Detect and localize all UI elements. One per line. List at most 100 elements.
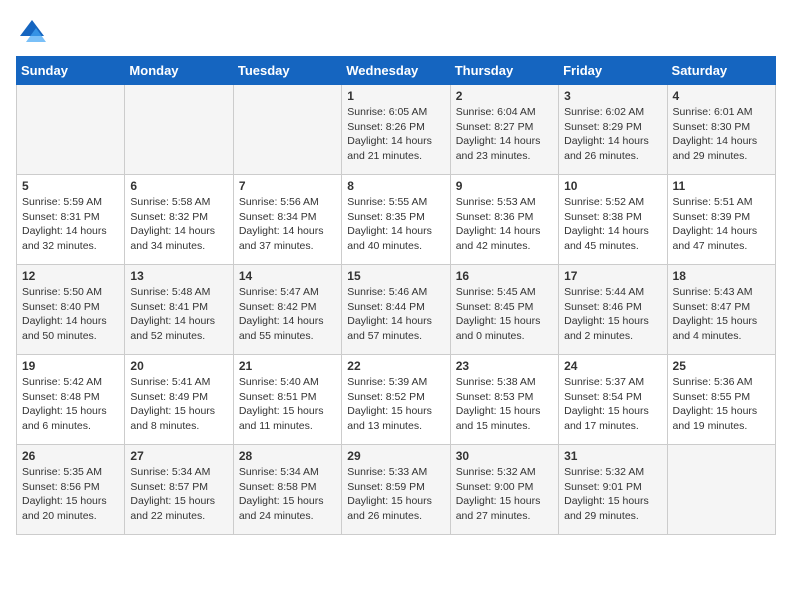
day-info: Sunrise: 6:05 AM Sunset: 8:26 PM Dayligh… xyxy=(347,105,444,164)
day-number: 12 xyxy=(22,269,119,283)
logo-icon xyxy=(16,16,48,48)
day-info: Sunrise: 5:42 AM Sunset: 8:48 PM Dayligh… xyxy=(22,375,119,434)
calendar-cell: 23 Sunrise: 5:38 AM Sunset: 8:53 PM Dayli… xyxy=(450,355,558,445)
day-number: 9 xyxy=(456,179,553,193)
calendar-cell: 22 Sunrise: 5:39 AM Sunset: 8:52 PM Dayli… xyxy=(342,355,450,445)
calendar-cell: 7 Sunrise: 5:56 AM Sunset: 8:34 PM Daylig… xyxy=(233,175,341,265)
calendar-cell: 12 Sunrise: 5:50 AM Sunset: 8:40 PM Dayli… xyxy=(17,265,125,355)
day-info: Sunrise: 5:50 AM Sunset: 8:40 PM Dayligh… xyxy=(22,285,119,344)
calendar-cell: 14Sunrise: 5:47 AM Sunset: 8:42 PM Dayli… xyxy=(233,265,341,355)
day-number: 20 xyxy=(130,359,227,373)
day-info: Sunrise: 5:45 AM Sunset: 8:45 PM Dayligh… xyxy=(456,285,553,344)
calendar-cell: 9 Sunrise: 5:53 AM Sunset: 8:36 PM Daylig… xyxy=(450,175,558,265)
logo xyxy=(16,16,52,48)
calendar-cell: 19 Sunrise: 5:42 AM Sunset: 8:48 PM Dayli… xyxy=(17,355,125,445)
calendar-cell: 13 Sunrise: 5:48 AM Sunset: 8:41 PM Dayli… xyxy=(125,265,233,355)
day-info: Sunrise: 5:48 AM Sunset: 8:41 PM Dayligh… xyxy=(130,285,227,344)
day-number: 3 xyxy=(564,89,661,103)
day-number: 10 xyxy=(564,179,661,193)
page-header xyxy=(16,16,776,48)
calendar-cell xyxy=(233,85,341,175)
header-saturday: Saturday xyxy=(667,57,775,85)
day-info: Sunrise: 5:51 AM Sunset: 8:39 PM Dayligh… xyxy=(673,195,770,254)
calendar-cell: 10Sunrise: 5:52 AM Sunset: 8:38 PM Dayli… xyxy=(559,175,667,265)
header-sunday: Sunday xyxy=(17,57,125,85)
day-info: Sunrise: 5:46 AM Sunset: 8:44 PM Dayligh… xyxy=(347,285,444,344)
day-number: 26 xyxy=(22,449,119,463)
calendar-cell: 1 Sunrise: 6:05 AM Sunset: 8:26 PM Daylig… xyxy=(342,85,450,175)
calendar-week-2: 5Sunrise: 5:59 AM Sunset: 8:31 PM Daylig… xyxy=(17,175,776,265)
day-number: 5 xyxy=(22,179,119,193)
calendar-cell xyxy=(17,85,125,175)
calendar-week-4: 19 Sunrise: 5:42 AM Sunset: 8:48 PM Dayli… xyxy=(17,355,776,445)
day-number: 6 xyxy=(130,179,227,193)
calendar-table: SundayMondayTuesdayWednesdayThursdayFrid… xyxy=(16,56,776,535)
day-info: Sunrise: 5:34 AM Sunset: 8:58 PM Dayligh… xyxy=(239,465,336,524)
day-number: 17 xyxy=(564,269,661,283)
day-number: 13 xyxy=(130,269,227,283)
header-monday: Monday xyxy=(125,57,233,85)
day-number: 31 xyxy=(564,449,661,463)
day-info: Sunrise: 5:32 AM Sunset: 9:00 PM Dayligh… xyxy=(456,465,553,524)
day-number: 25 xyxy=(673,359,770,373)
calendar-cell: 27 Sunrise: 5:34 AM Sunset: 8:57 PM Dayli… xyxy=(125,445,233,535)
calendar-cell: 16 Sunrise: 5:45 AM Sunset: 8:45 PM Dayli… xyxy=(450,265,558,355)
day-number: 22 xyxy=(347,359,444,373)
calendar-cell: 31Sunrise: 5:32 AM Sunset: 9:01 PM Dayli… xyxy=(559,445,667,535)
day-info: Sunrise: 6:04 AM Sunset: 8:27 PM Dayligh… xyxy=(456,105,553,164)
day-info: Sunrise: 5:40 AM Sunset: 8:51 PM Dayligh… xyxy=(239,375,336,434)
calendar-cell xyxy=(125,85,233,175)
day-number: 24 xyxy=(564,359,661,373)
header-friday: Friday xyxy=(559,57,667,85)
day-info: Sunrise: 5:37 AM Sunset: 8:54 PM Dayligh… xyxy=(564,375,661,434)
calendar-cell: 28 Sunrise: 5:34 AM Sunset: 8:58 PM Dayli… xyxy=(233,445,341,535)
day-info: Sunrise: 5:36 AM Sunset: 8:55 PM Dayligh… xyxy=(673,375,770,434)
calendar-cell: 3 Sunrise: 6:02 AM Sunset: 8:29 PM Daylig… xyxy=(559,85,667,175)
day-number: 27 xyxy=(130,449,227,463)
day-number: 7 xyxy=(239,179,336,193)
calendar-cell: 26 Sunrise: 5:35 AM Sunset: 8:56 PM Dayli… xyxy=(17,445,125,535)
day-info: Sunrise: 6:02 AM Sunset: 8:29 PM Dayligh… xyxy=(564,105,661,164)
day-number: 4 xyxy=(673,89,770,103)
calendar-cell: 30 Sunrise: 5:32 AM Sunset: 9:00 PM Dayli… xyxy=(450,445,558,535)
day-number: 30 xyxy=(456,449,553,463)
day-info: Sunrise: 5:58 AM Sunset: 8:32 PM Dayligh… xyxy=(130,195,227,254)
day-info: Sunrise: 5:39 AM Sunset: 8:52 PM Dayligh… xyxy=(347,375,444,434)
day-number: 15 xyxy=(347,269,444,283)
day-info: Sunrise: 5:47 AM Sunset: 8:42 PM Dayligh… xyxy=(239,285,336,344)
day-info: Sunrise: 5:34 AM Sunset: 8:57 PM Dayligh… xyxy=(130,465,227,524)
day-number: 19 xyxy=(22,359,119,373)
day-number: 2 xyxy=(456,89,553,103)
day-number: 16 xyxy=(456,269,553,283)
calendar-cell: 15 Sunrise: 5:46 AM Sunset: 8:44 PM Dayli… xyxy=(342,265,450,355)
calendar-cell: 8 Sunrise: 5:55 AM Sunset: 8:35 PM Daylig… xyxy=(342,175,450,265)
day-number: 28 xyxy=(239,449,336,463)
calendar-week-3: 12 Sunrise: 5:50 AM Sunset: 8:40 PM Dayli… xyxy=(17,265,776,355)
calendar-cell: 17Sunrise: 5:44 AM Sunset: 8:46 PM Dayli… xyxy=(559,265,667,355)
calendar-cell: 2 Sunrise: 6:04 AM Sunset: 8:27 PM Daylig… xyxy=(450,85,558,175)
day-number: 8 xyxy=(347,179,444,193)
header-wednesday: Wednesday xyxy=(342,57,450,85)
day-number: 11 xyxy=(673,179,770,193)
day-info: Sunrise: 5:55 AM Sunset: 8:35 PM Dayligh… xyxy=(347,195,444,254)
day-info: Sunrise: 5:38 AM Sunset: 8:53 PM Dayligh… xyxy=(456,375,553,434)
calendar-cell: 21 Sunrise: 5:40 AM Sunset: 8:51 PM Dayli… xyxy=(233,355,341,445)
header-thursday: Thursday xyxy=(450,57,558,85)
calendar-week-1: 1 Sunrise: 6:05 AM Sunset: 8:26 PM Daylig… xyxy=(17,85,776,175)
calendar-cell: 11 Sunrise: 5:51 AM Sunset: 8:39 PM Dayli… xyxy=(667,175,775,265)
day-info: Sunrise: 5:33 AM Sunset: 8:59 PM Dayligh… xyxy=(347,465,444,524)
day-info: Sunrise: 6:01 AM Sunset: 8:30 PM Dayligh… xyxy=(673,105,770,164)
calendar-cell: 6 Sunrise: 5:58 AM Sunset: 8:32 PM Daylig… xyxy=(125,175,233,265)
calendar-cell xyxy=(667,445,775,535)
day-info: Sunrise: 5:53 AM Sunset: 8:36 PM Dayligh… xyxy=(456,195,553,254)
day-info: Sunrise: 5:43 AM Sunset: 8:47 PM Dayligh… xyxy=(673,285,770,344)
header-tuesday: Tuesday xyxy=(233,57,341,85)
day-info: Sunrise: 5:56 AM Sunset: 8:34 PM Dayligh… xyxy=(239,195,336,254)
day-number: 29 xyxy=(347,449,444,463)
calendar-cell: 18Sunrise: 5:43 AM Sunset: 8:47 PM Dayli… xyxy=(667,265,775,355)
day-info: Sunrise: 5:35 AM Sunset: 8:56 PM Dayligh… xyxy=(22,465,119,524)
day-number: 21 xyxy=(239,359,336,373)
day-number: 1 xyxy=(347,89,444,103)
calendar-cell: 29 Sunrise: 5:33 AM Sunset: 8:59 PM Dayli… xyxy=(342,445,450,535)
day-number: 23 xyxy=(456,359,553,373)
